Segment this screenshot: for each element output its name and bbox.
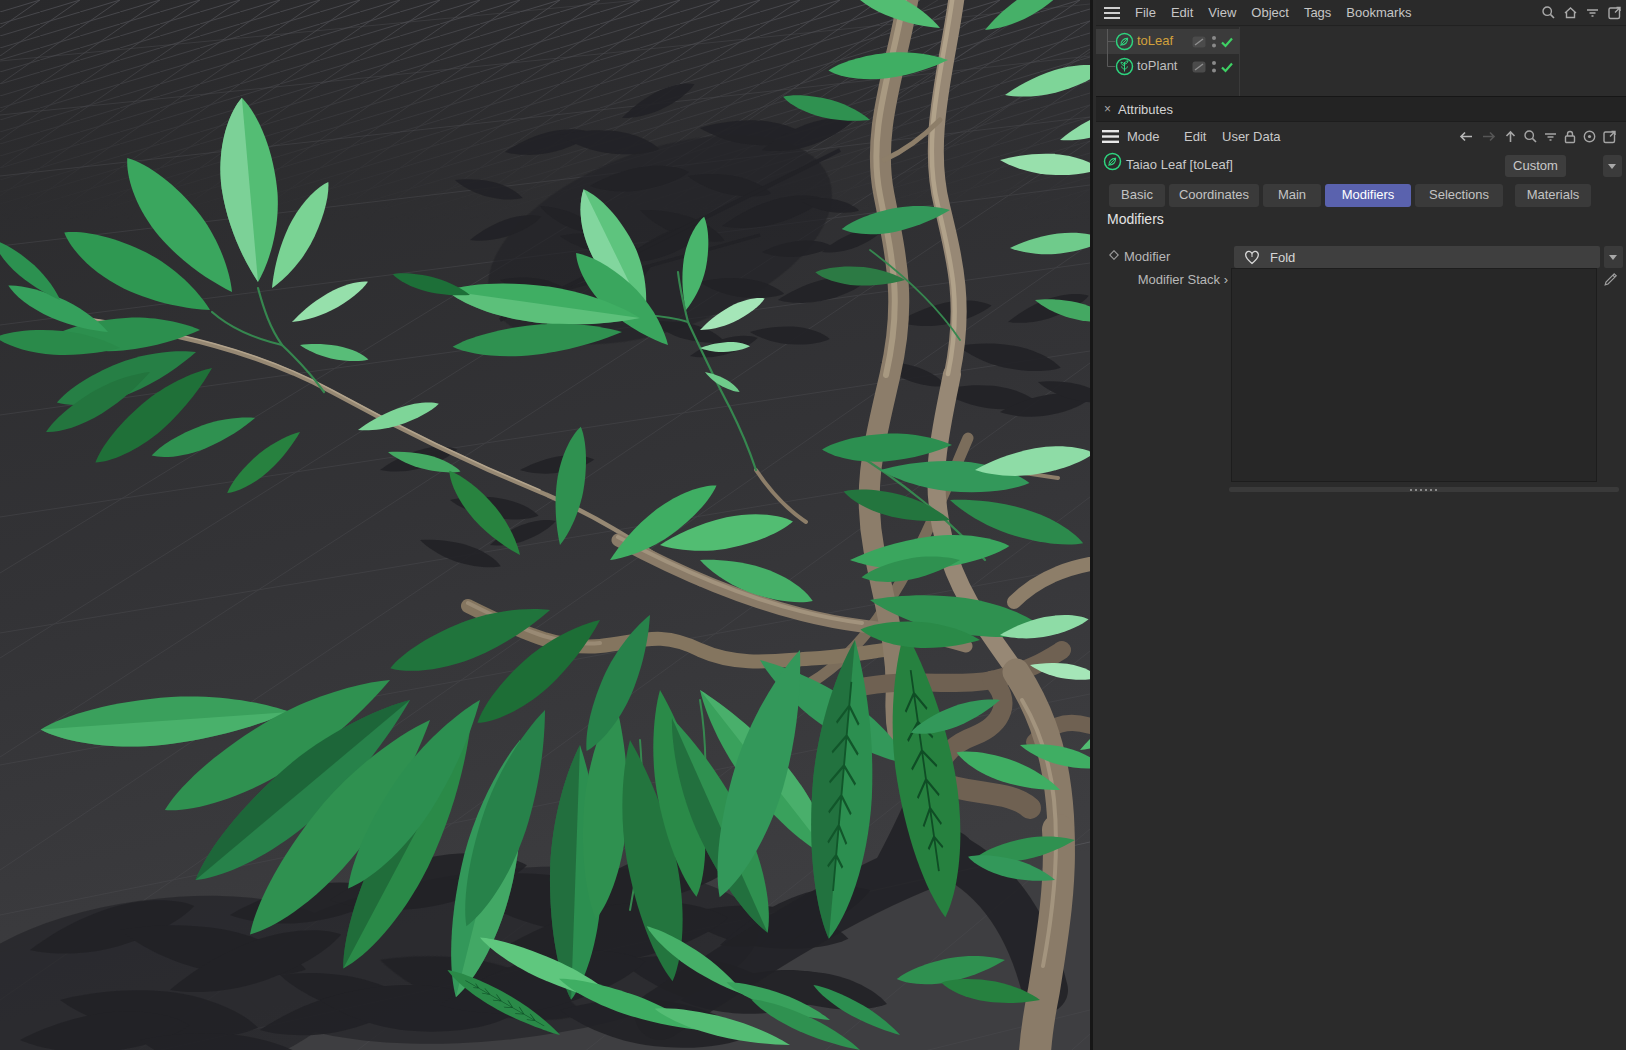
close-icon[interactable]: ×	[1104, 102, 1118, 116]
menu-view[interactable]: View	[1208, 5, 1236, 20]
object-row-toplant[interactable]: toPlant	[1096, 54, 1239, 79]
plant-circle-icon[interactable]	[1115, 57, 1134, 76]
open-new-icon[interactable]	[1607, 5, 1622, 20]
leaf-circle-icon	[1103, 152, 1122, 171]
object-manager-column-divider	[1239, 27, 1240, 96]
viewport-scene	[0, 0, 1090, 1050]
menu-object[interactable]: Object	[1251, 5, 1289, 20]
object-label[interactable]: toPlant	[1137, 58, 1177, 73]
menu-mode[interactable]: Mode	[1127, 129, 1184, 144]
modifier-label: Modifier	[1124, 249, 1170, 264]
menu-edit[interactable]: Edit	[1171, 5, 1193, 20]
panel-splitter[interactable]	[1229, 487, 1619, 492]
lock-icon[interactable]	[1563, 129, 1577, 144]
object-row-toleaf[interactable]: toLeaf	[1096, 29, 1239, 54]
attributes-tabs: Basic Coordinates Main Modifiers Selecti…	[1096, 184, 1626, 208]
modifier-row: Modifier Fold	[1096, 246, 1626, 268]
pencil-icon[interactable]	[1602, 271, 1619, 288]
tab-modifiers[interactable]: Modifiers	[1325, 184, 1411, 207]
chevron-down-icon	[1608, 164, 1616, 169]
enabled-check-icon[interactable]	[1220, 36, 1234, 48]
tab-basic[interactable]: Basic	[1109, 184, 1165, 207]
object-manager: toLeaf toPlant	[1096, 27, 1626, 96]
modifier-value: Fold	[1270, 250, 1295, 265]
back-icon[interactable]	[1457, 129, 1475, 144]
tab-main[interactable]: Main	[1263, 184, 1321, 207]
menu-user-data[interactable]: User Data	[1222, 129, 1281, 144]
filter-icon[interactable]	[1543, 129, 1558, 144]
visibility-dots-icon[interactable]	[1211, 35, 1217, 49]
viewport-3d[interactable]	[0, 0, 1090, 1050]
home-icon[interactable]	[1563, 5, 1578, 20]
right-panel: File Edit View Object Tags Bookmarks toL…	[1090, 0, 1626, 1050]
object-title: Taiao Leaf [toLeaf]	[1126, 157, 1233, 172]
up-icon[interactable]	[1503, 129, 1518, 144]
attributes-header: × Attributes	[1096, 96, 1626, 122]
attributes-menubar: Mode Edit User Data	[1096, 123, 1626, 150]
modifier-stack-box[interactable]	[1231, 268, 1597, 482]
attributes-object-row: Taiao Leaf [toLeaf] Custom	[1096, 151, 1626, 181]
tab-materials[interactable]: Materials	[1515, 184, 1591, 207]
menu-file[interactable]: File	[1135, 5, 1156, 20]
modifier-dropdown-arrow[interactable]	[1604, 246, 1623, 268]
modifier-dropdown[interactable]: Fold	[1234, 246, 1600, 268]
enabled-check-icon[interactable]	[1220, 61, 1234, 73]
object-manager-menubar: File Edit View Object Tags Bookmarks	[1096, 0, 1626, 26]
attributes-title: Attributes	[1118, 102, 1173, 117]
menu-edit2[interactable]: Edit	[1184, 129, 1222, 144]
modifier-stack-label[interactable]: Modifier Stack ›	[1113, 272, 1228, 287]
fold-heart-icon	[1242, 248, 1262, 266]
tree-lines	[1107, 29, 1117, 71]
search-icon[interactable]	[1523, 129, 1538, 144]
splitter-dots-icon	[1410, 489, 1437, 491]
preset-dropdown-arrow[interactable]	[1603, 155, 1622, 177]
menu-tags[interactable]: Tags	[1304, 5, 1331, 20]
menu-bookmarks[interactable]: Bookmarks	[1346, 5, 1411, 20]
filter-icon[interactable]	[1585, 5, 1600, 20]
diamond-icon[interactable]	[1109, 250, 1119, 260]
visibility-dots-icon[interactable]	[1211, 60, 1217, 74]
hamburger-icon[interactable]	[1102, 130, 1119, 143]
tab-selections[interactable]: Selections	[1415, 184, 1503, 207]
layer-square-icon[interactable]	[1192, 36, 1206, 48]
search-icon[interactable]	[1541, 5, 1556, 20]
target-icon[interactable]	[1582, 129, 1597, 144]
leaf-circle-icon[interactable]	[1115, 32, 1134, 51]
forward-icon[interactable]	[1480, 129, 1498, 144]
object-label[interactable]: toLeaf	[1137, 33, 1173, 48]
open-new-icon[interactable]	[1602, 129, 1617, 144]
app-window: File Edit View Object Tags Bookmarks toL…	[0, 0, 1626, 1050]
tab-coordinates[interactable]: Coordinates	[1169, 184, 1259, 207]
modifiers-section-title: Modifiers	[1107, 211, 1164, 227]
preset-dropdown[interactable]: Custom	[1505, 155, 1566, 177]
hamburger-icon[interactable]	[1104, 7, 1120, 19]
layer-square-icon[interactable]	[1192, 61, 1206, 73]
chevron-down-icon	[1609, 255, 1617, 260]
